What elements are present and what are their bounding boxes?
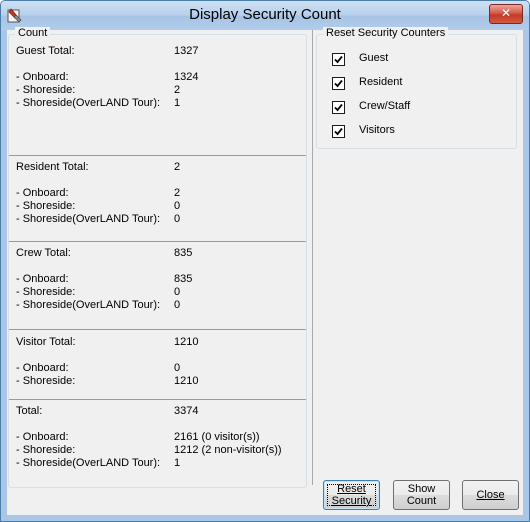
resident-total-label: Resident Total:	[16, 161, 89, 173]
checkmark-icon	[334, 79, 343, 88]
separator	[9, 241, 306, 242]
resident-total-value: 2	[174, 161, 181, 173]
title-bar[interactable]: Display Security Count ✕	[1, 1, 529, 30]
close-button[interactable]: Close	[462, 480, 519, 510]
overall-tour-value: 1	[174, 457, 181, 469]
checkbox-label: Guest	[359, 52, 389, 64]
button-label: Close	[476, 489, 505, 501]
window-title: Display Security Count	[189, 6, 341, 23]
count-group: Count Guest Total: 1327 - Onboard: 1324 …	[8, 27, 307, 488]
checkbox-label: Crew/Staff	[359, 100, 411, 112]
guest-shoreside-value: 2	[174, 84, 181, 96]
guest-shoreside-label: - Shoreside:	[16, 84, 76, 96]
resident-tour-label: - Shoreside(OverLAND Tour):	[16, 213, 161, 225]
checkbox-box[interactable]	[332, 77, 345, 90]
checkmark-icon	[334, 55, 343, 64]
checkbox-label: Resident	[359, 76, 403, 88]
checkbox-box[interactable]	[332, 101, 345, 114]
crew-shoreside-value: 0	[174, 286, 181, 298]
reset-counters-legend: Reset Security Counters	[323, 27, 449, 39]
separator	[9, 155, 306, 156]
crew-onboard-label: - Onboard:	[16, 273, 69, 285]
checkbox-box[interactable]	[332, 53, 345, 66]
overall-tour-label: - Shoreside(OverLAND Tour):	[16, 457, 161, 469]
crew-tour-label: - Shoreside(OverLAND Tour):	[16, 299, 161, 311]
overall-total-label: Total:	[16, 405, 43, 417]
resident-shoreside-label: - Shoreside:	[16, 200, 76, 212]
visitor-onboard-label: - Onboard:	[16, 362, 69, 374]
visitor-shoreside-label: - Shoreside:	[16, 375, 76, 387]
guest-tour-label: - Shoreside(OverLAND Tour):	[16, 97, 161, 109]
visitor-onboard-value: 0	[174, 362, 181, 374]
checkbox-box[interactable]	[332, 125, 345, 138]
crew-onboard-value: 835	[174, 273, 193, 285]
overall-onboard-label: - Onboard:	[16, 431, 69, 443]
guest-onboard-label: - Onboard:	[16, 71, 69, 83]
checkmark-icon	[334, 103, 343, 112]
button-label-line1: Show	[407, 483, 436, 495]
resident-shoreside-value: 0	[174, 200, 181, 212]
resident-onboard-label: - Onboard:	[16, 187, 69, 199]
crew-shoreside-label: - Shoreside:	[16, 286, 76, 298]
visitor-total-value: 1210	[174, 336, 199, 348]
show-count-button[interactable]: Show Count	[393, 480, 450, 510]
guest-total-label: Guest Total:	[16, 45, 75, 57]
dialog-body: Count Guest Total: 1327 - Onboard: 1324 …	[7, 27, 523, 515]
crew-total-value: 835	[174, 247, 193, 259]
overall-shoreside-value: 1212 (2 non-visitor(s))	[174, 444, 282, 456]
checkmark-icon	[334, 127, 343, 136]
overall-onboard-value: 2161 (0 visitor(s))	[174, 431, 260, 443]
separator	[9, 329, 306, 330]
checkbox-label: Visitors	[359, 124, 395, 136]
guest-total-value: 1327	[174, 45, 199, 57]
overall-shoreside-label: - Shoreside:	[16, 444, 76, 456]
button-label-line2: Count	[406, 495, 437, 507]
guest-onboard-value: 1324	[174, 71, 199, 83]
window-close-button[interactable]: ✕	[489, 4, 523, 24]
crew-total-label: Crew Total:	[16, 247, 71, 259]
reset-security-button[interactable]: Reset Security	[323, 480, 380, 510]
focus-rectangle	[327, 484, 376, 506]
guest-tour-value: 1	[174, 97, 181, 109]
panel-divider	[312, 30, 313, 485]
separator	[9, 399, 306, 400]
crew-tour-value: 0	[174, 299, 181, 311]
count-group-legend: Count	[15, 27, 51, 39]
resident-tour-value: 0	[174, 213, 181, 225]
visitor-shoreside-value: 1210	[174, 375, 199, 387]
reset-counters-group: Reset Security Counters Guest Resident C…	[316, 27, 517, 149]
resident-onboard-value: 2	[174, 187, 181, 199]
visitor-total-label: Visitor Total:	[16, 336, 76, 348]
display-security-count-window: Display Security Count ✕ Count Guest Tot…	[0, 0, 530, 522]
overall-total-value: 3374	[174, 405, 199, 417]
